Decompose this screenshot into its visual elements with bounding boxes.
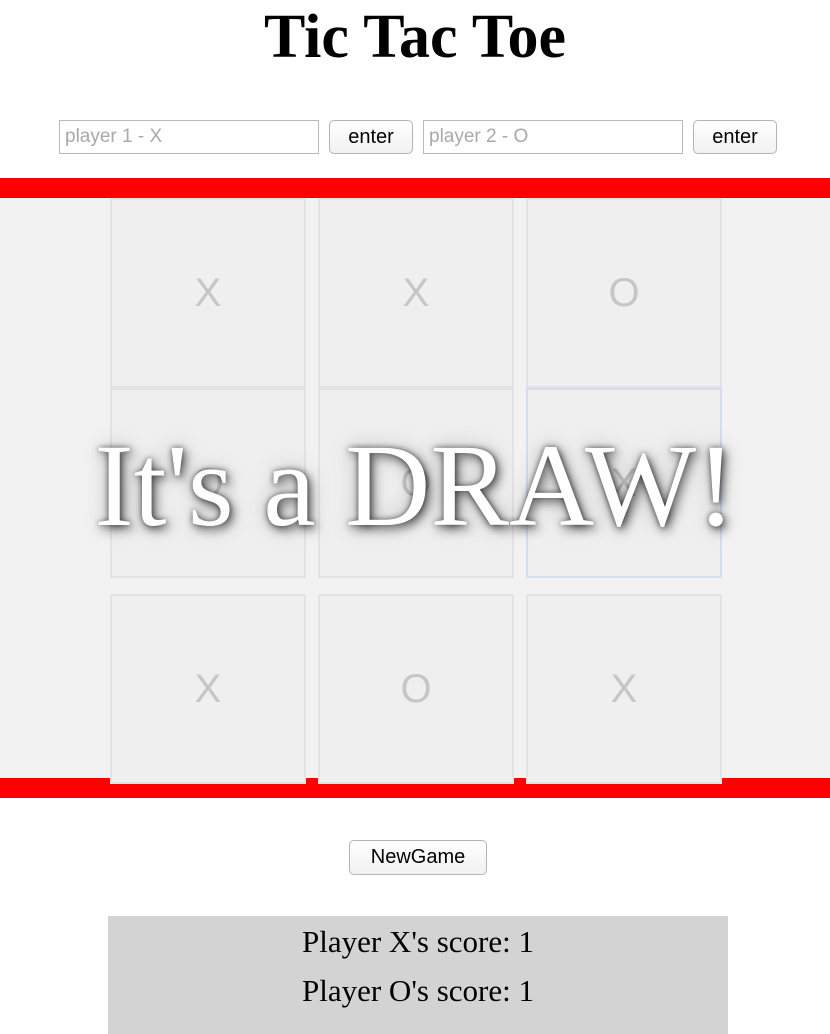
board-cell-3[interactable]: O [526, 198, 722, 388]
player-1-input[interactable] [59, 120, 319, 154]
enter-player-2-button[interactable]: enter [693, 120, 777, 154]
scoreboard: Player X's score: 1 Player O's score: 1 [108, 916, 728, 1034]
board-cell-2[interactable]: X [318, 198, 514, 388]
page-title: Tic Tac Toe [263, 3, 567, 71]
board-cell-9[interactable]: X [526, 594, 722, 784]
player-x-score: Player X's score: 1 [301, 924, 534, 959]
board-cell-4[interactable]: O [110, 388, 306, 578]
enter-player-1-button[interactable]: enter [329, 120, 413, 154]
player-2-input[interactable] [423, 120, 683, 154]
player-o-score: Player O's score: 1 [301, 973, 534, 1008]
game-board: X X O O O X X O X [0, 178, 830, 798]
board-cell-8[interactable]: O [318, 594, 514, 784]
board-cell-1[interactable]: X [110, 198, 306, 388]
board-cell-7[interactable]: X [110, 594, 306, 784]
new-game-button[interactable]: NewGame [349, 840, 487, 875]
board-cell-6[interactable]: X [526, 388, 722, 578]
board-cell-5[interactable]: O [318, 388, 514, 578]
